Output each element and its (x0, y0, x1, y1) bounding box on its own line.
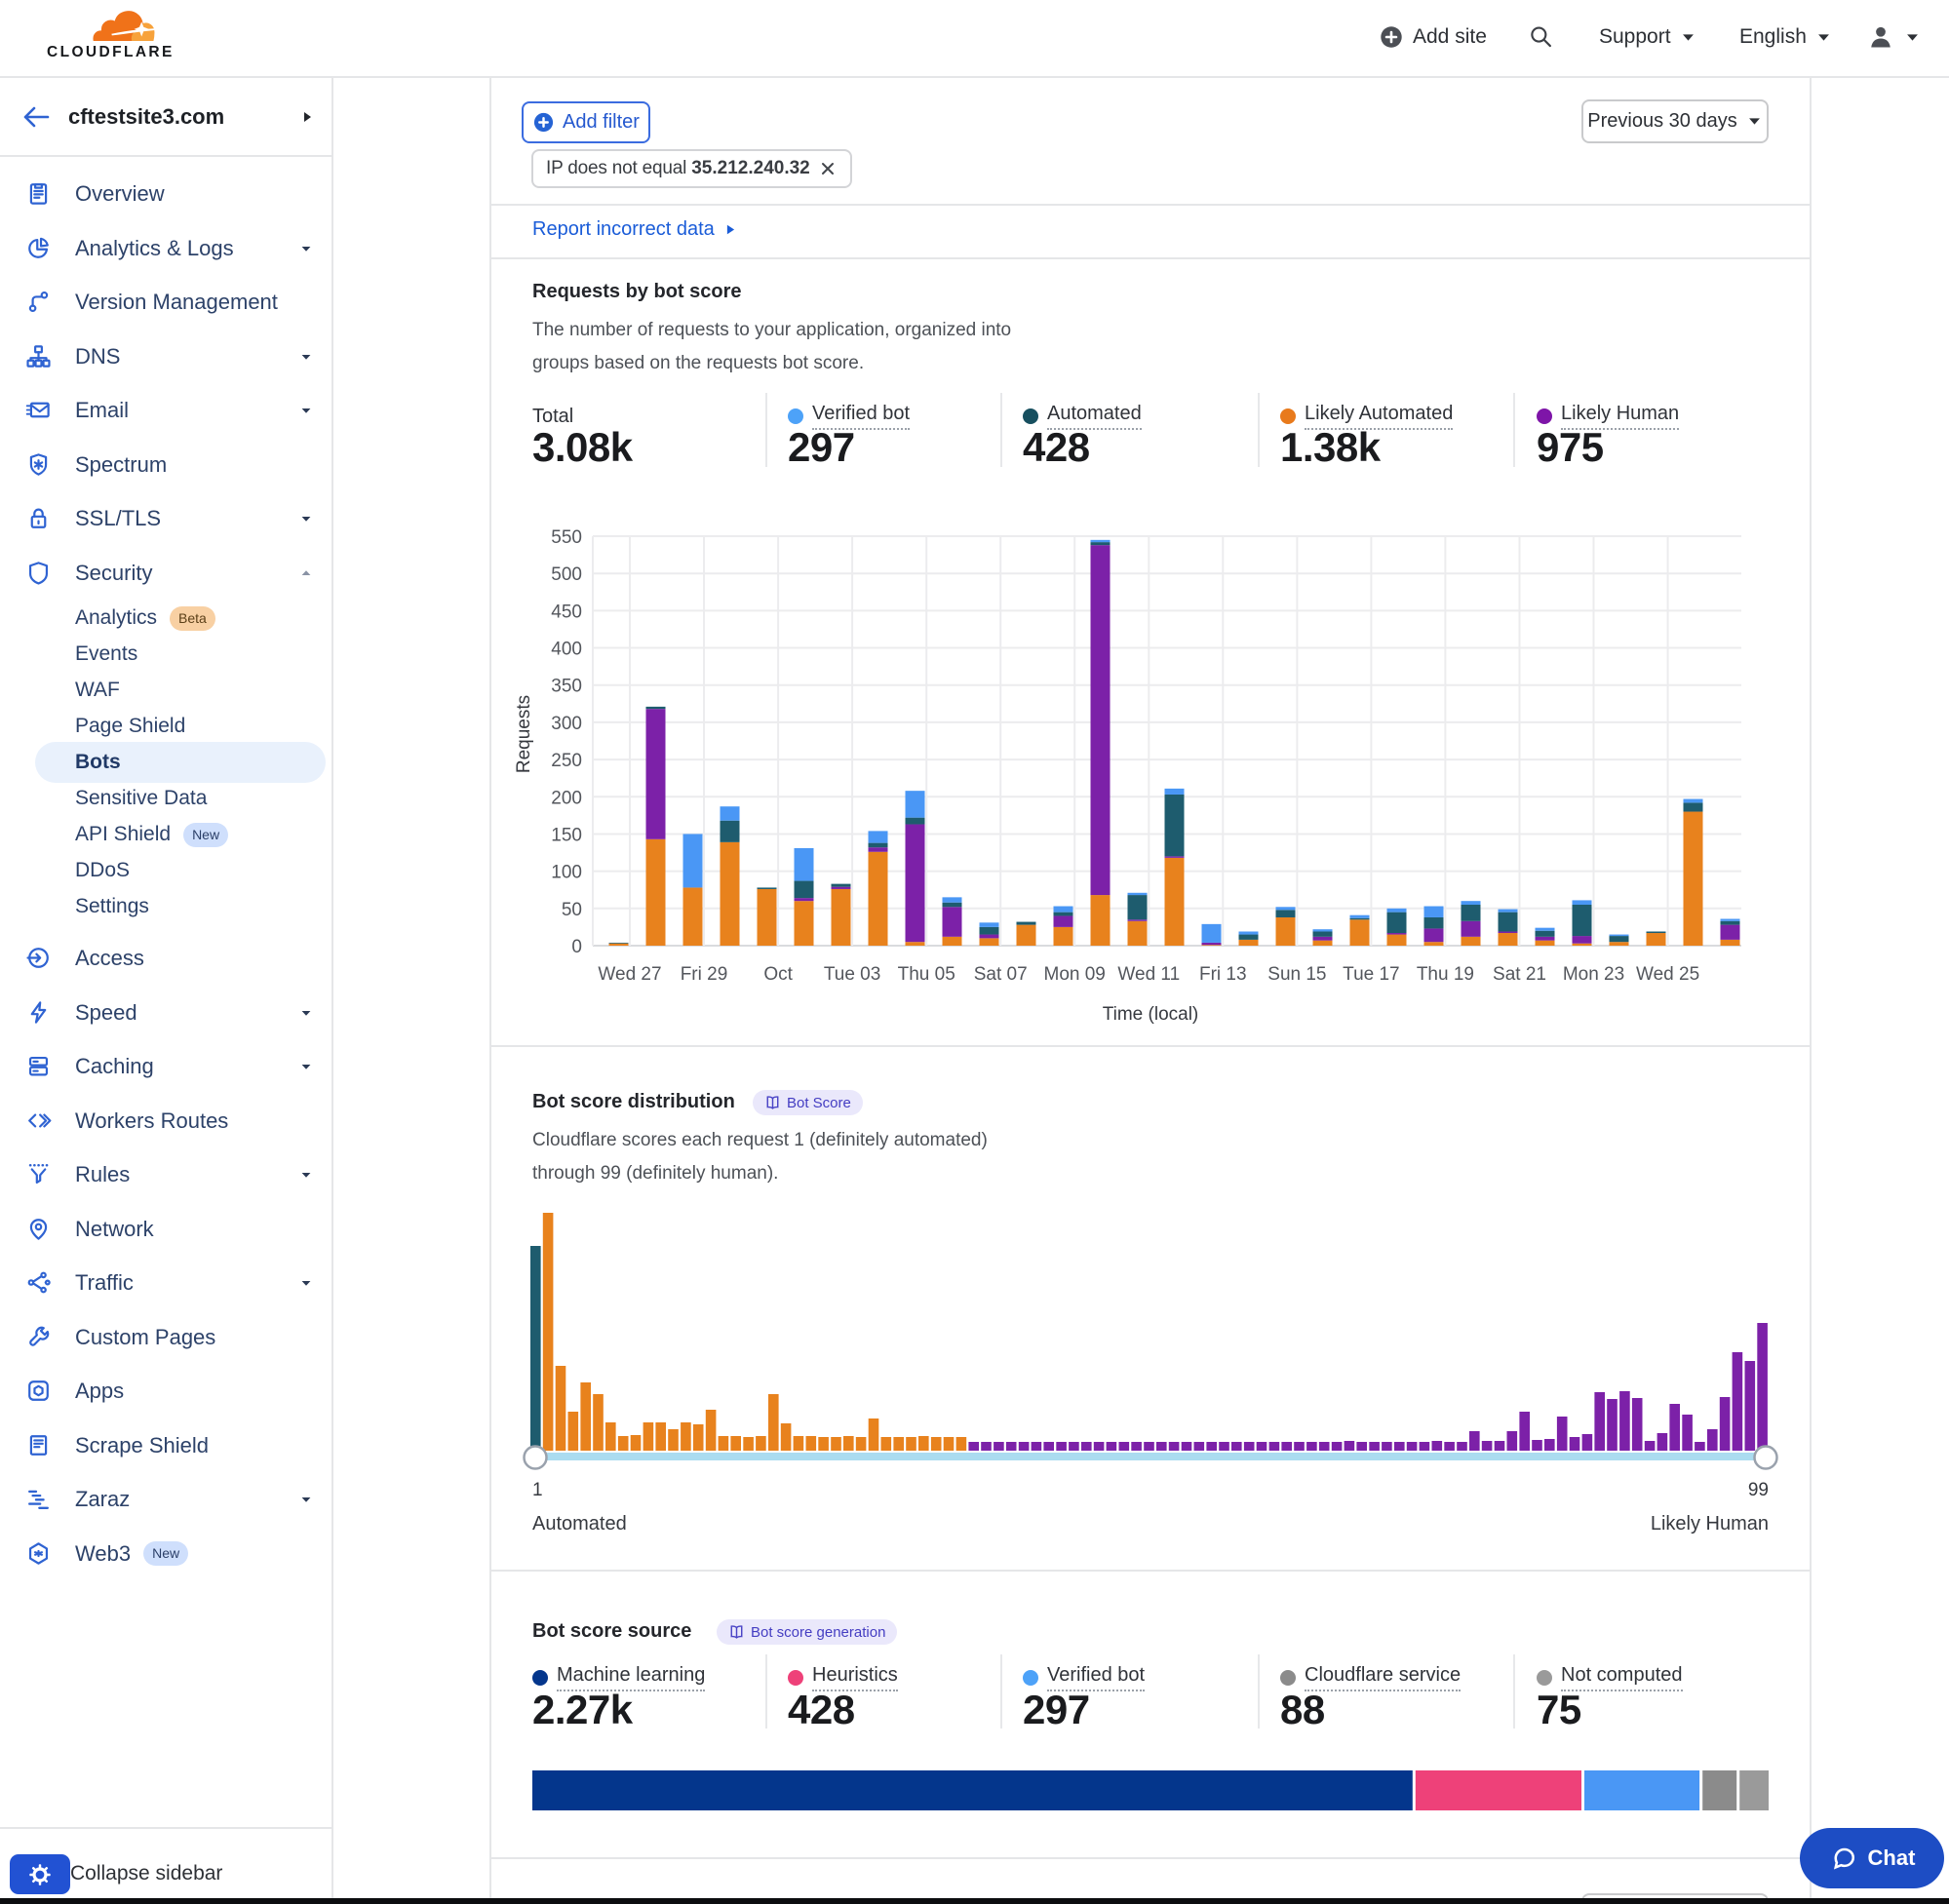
svg-text:Tue 17: Tue 17 (1343, 964, 1399, 985)
svg-text:0: 0 (571, 937, 582, 957)
svg-text:Wed 11: Wed 11 (1117, 964, 1180, 985)
svg-text:250: 250 (551, 751, 582, 771)
svg-text:150: 150 (551, 826, 582, 846)
svg-text:Requests: Requests (514, 695, 534, 773)
svg-text:Sat 21: Sat 21 (1493, 964, 1546, 985)
svg-text:100: 100 (551, 863, 582, 883)
svg-text:Oct: Oct (763, 964, 793, 985)
svg-text:Wed 25: Wed 25 (1636, 964, 1699, 985)
svg-text:Mon 09: Mon 09 (1044, 964, 1106, 985)
svg-text:550: 550 (551, 527, 582, 548)
svg-text:450: 450 (551, 602, 582, 622)
svg-text:Sun 15: Sun 15 (1267, 964, 1326, 985)
svg-text:350: 350 (551, 677, 582, 697)
svg-text:200: 200 (551, 788, 582, 808)
svg-text:Wed 27: Wed 27 (598, 964, 661, 985)
svg-text:Time (local): Time (local) (1103, 1004, 1199, 1025)
svg-text:500: 500 (551, 564, 582, 585)
svg-text:Fri 13: Fri 13 (1199, 964, 1247, 985)
svg-text:50: 50 (562, 900, 582, 920)
svg-text:Sat 07: Sat 07 (974, 964, 1028, 985)
svg-text:Fri 29: Fri 29 (681, 964, 728, 985)
svg-text:Thu 19: Thu 19 (1417, 964, 1474, 985)
svg-text:Mon 23: Mon 23 (1563, 964, 1624, 985)
svg-text:Tue 03: Tue 03 (824, 964, 880, 985)
svg-text:400: 400 (551, 640, 582, 660)
svg-text:300: 300 (551, 714, 582, 734)
svg-text:Thu 05: Thu 05 (898, 964, 955, 985)
